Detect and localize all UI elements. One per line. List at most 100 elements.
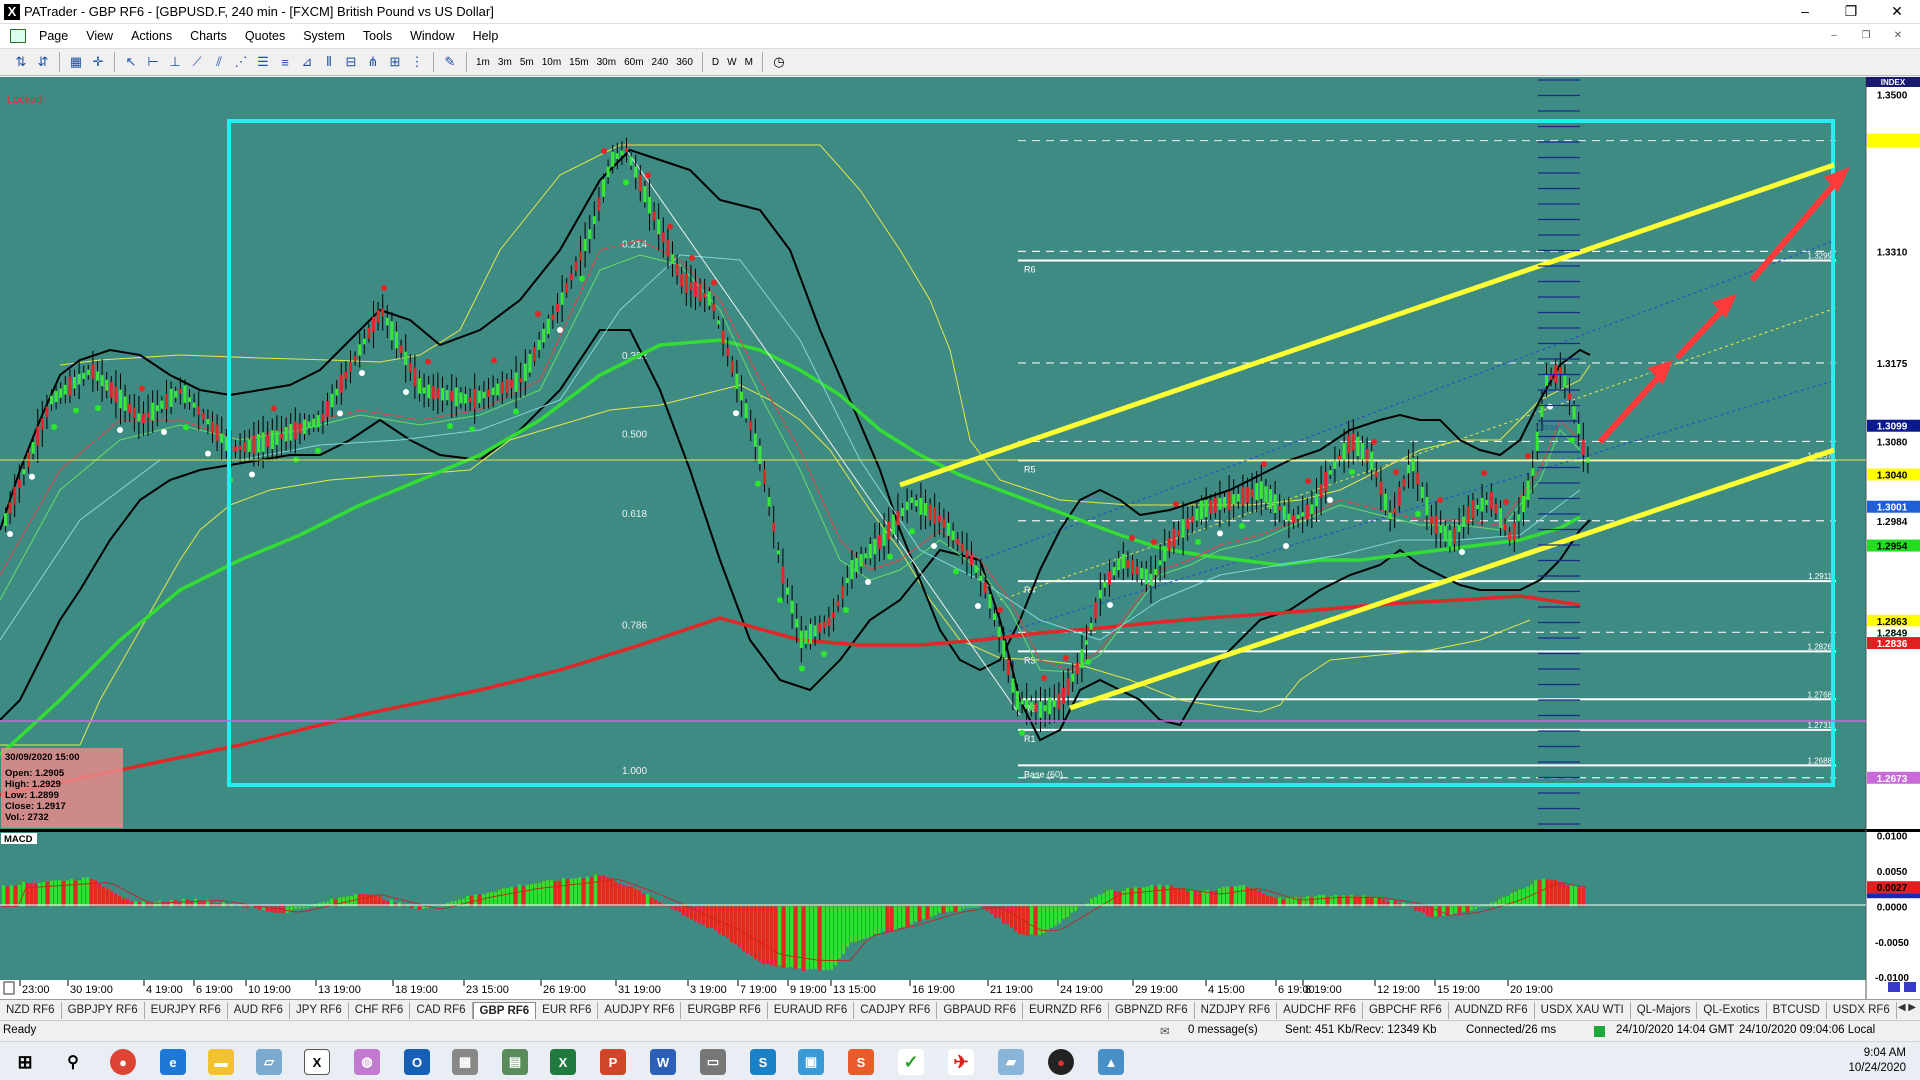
clock-icon[interactable]: ◷: [768, 51, 790, 73]
media-icon[interactable]: ◍: [354, 1049, 380, 1075]
period-month[interactable]: M: [741, 57, 757, 68]
crosshair-icon[interactable]: ✛: [87, 51, 109, 73]
vertical-line-icon[interactable]: ⊥: [164, 51, 186, 73]
tab-eur-rf6[interactable]: EUR RF6: [536, 1001, 599, 1019]
tab-gbpaud-rf6[interactable]: GBPAUD RF6: [937, 1001, 1023, 1019]
excel-icon[interactable]: X: [550, 1049, 576, 1075]
tab-btcusd[interactable]: BTCUSD: [1767, 1001, 1827, 1019]
pivot-icon[interactable]: ⊟: [340, 51, 362, 73]
channel-icon[interactable]: ⫽: [208, 51, 230, 73]
bird-icon[interactable]: ✈: [948, 1049, 974, 1075]
timeframe-60m[interactable]: 60m: [620, 57, 647, 68]
regression-icon[interactable]: ⊞: [384, 51, 406, 73]
tab-cad-rf6[interactable]: CAD RF6: [410, 1001, 473, 1019]
tab-eurgbp-rf6[interactable]: EURGBP RF6: [681, 1001, 768, 1019]
network-icon[interactable]: ▣: [798, 1049, 824, 1075]
chart-icon[interactable]: ▦: [65, 51, 87, 73]
windows-start-icon[interactable]: ⊞: [12, 1049, 38, 1075]
timeframe-3m[interactable]: 3m: [494, 57, 516, 68]
terminal-icon[interactable]: ▭: [700, 1049, 726, 1075]
menu-window[interactable]: Window: [401, 29, 463, 43]
photos-icon[interactable]: ▲: [1098, 1049, 1124, 1075]
period-day[interactable]: D: [708, 57, 723, 68]
tab-nzd-rf6[interactable]: NZD RF6: [0, 1001, 62, 1019]
timeframe-30m[interactable]: 30m: [593, 57, 620, 68]
cycle-lines-icon[interactable]: ⦀: [318, 51, 340, 73]
tab-audjpy-rf6[interactable]: AUDJPY RF6: [598, 1001, 682, 1019]
menu-system[interactable]: System: [294, 29, 354, 43]
patrader-taskbar-icon[interactable]: X: [304, 1049, 330, 1075]
tab-gbpjpy-rf6[interactable]: GBPJPY RF6: [62, 1001, 145, 1019]
powerpoint-icon[interactable]: P: [600, 1049, 626, 1075]
timeframe-360[interactable]: 360: [672, 57, 697, 68]
tab-gbp-rf6[interactable]: GBP RF6: [472, 1001, 537, 1019]
outlook-icon[interactable]: O: [404, 1049, 430, 1075]
tab-usdx-rf6[interactable]: USDX RF6: [1827, 1001, 1897, 1019]
timeframe-5m[interactable]: 5m: [516, 57, 538, 68]
tab-aud-rf6[interactable]: AUD RF6: [228, 1001, 290, 1019]
edge-icon[interactable]: e: [160, 1049, 186, 1075]
tab-eurnzd-rf6[interactable]: EURNZD RF6: [1023, 1001, 1109, 1019]
menu-charts[interactable]: Charts: [181, 29, 236, 43]
tab-ql-majors[interactable]: QL-Majors: [1631, 1001, 1698, 1019]
tab-nzdjpy-rf6[interactable]: NZDJPY RF6: [1195, 1001, 1278, 1019]
timeframe-15m[interactable]: 15m: [565, 57, 592, 68]
fibonacci-icon[interactable]: ☰: [252, 51, 274, 73]
chart-area[interactable]: Locked INDEX 0.214 0.382 0.500 0.618 0.786 1.…: [0, 77, 1920, 999]
tab-gbpnzd-rf6[interactable]: GBPNZD RF6: [1109, 1001, 1195, 1019]
draw-icon[interactable]: ✎: [439, 51, 461, 73]
tab-jpy-rf6[interactable]: JPY RF6: [290, 1001, 349, 1019]
menu-help[interactable]: Help: [464, 29, 508, 43]
snip-icon[interactable]: S: [848, 1049, 874, 1075]
period-week[interactable]: W: [723, 57, 740, 68]
chrome-icon[interactable]: ●: [110, 1049, 136, 1075]
mdi-close-button[interactable]: ✕: [1882, 24, 1914, 48]
record-icon[interactable]: ●: [1048, 1049, 1074, 1075]
menu-view[interactable]: View: [77, 29, 122, 43]
maximize-button[interactable]: ❐: [1828, 0, 1874, 24]
time-axis-scroll-icon[interactable]: [3, 981, 15, 995]
file-explorer-icon[interactable]: ▬: [208, 1049, 234, 1075]
timeframe-240[interactable]: 240: [648, 57, 673, 68]
zoom-in-icon[interactable]: [1904, 982, 1916, 992]
mdi-minimize-button[interactable]: –: [1818, 24, 1850, 48]
app-icon[interactable]: ▤: [502, 1049, 528, 1075]
sell-icon[interactable]: ⇵: [32, 51, 54, 73]
tab-eurjpy-rf6[interactable]: EURJPY RF6: [145, 1001, 228, 1019]
andrews-pitchfork-icon[interactable]: ⋔: [362, 51, 384, 73]
search-icon[interactable]: ⚲: [60, 1049, 86, 1075]
timeframe-10m[interactable]: 10m: [538, 57, 565, 68]
page-menu-icon[interactable]: [10, 29, 26, 43]
minimize-button[interactable]: –: [1782, 0, 1828, 24]
mail-icon[interactable]: ✉: [1160, 1024, 1170, 1038]
notes-icon[interactable]: ▱: [256, 1049, 282, 1075]
pane-divider[interactable]: [0, 829, 1920, 832]
menu-quotes[interactable]: Quotes: [236, 29, 294, 43]
calculator-icon[interactable]: ▦: [452, 1049, 478, 1075]
horizontal-line-icon[interactable]: ⊢: [142, 51, 164, 73]
folder-sync-icon[interactable]: ▰: [998, 1049, 1024, 1075]
fib-extension-icon[interactable]: ≡: [274, 51, 296, 73]
menu-actions[interactable]: Actions: [122, 29, 181, 43]
menu-page[interactable]: Page: [30, 29, 77, 43]
skype-icon[interactable]: S: [750, 1049, 776, 1075]
gann-icon[interactable]: ⊿: [296, 51, 318, 73]
system-clock[interactable]: 9:04 AM 10/24/2020: [1848, 1046, 1906, 1076]
word-icon[interactable]: W: [650, 1049, 676, 1075]
timeframe-1m[interactable]: 1m: [472, 57, 494, 68]
tab-gbpchf-rf6[interactable]: GBPCHF RF6: [1363, 1001, 1449, 1019]
tab-chf-rf6[interactable]: CHF RF6: [349, 1001, 411, 1019]
mdi-restore-button[interactable]: ❐: [1850, 24, 1882, 48]
menu-tools[interactable]: Tools: [354, 29, 401, 43]
tab-audnzd-rf6[interactable]: AUDNZD RF6: [1449, 1001, 1535, 1019]
tab-ql-exotics[interactable]: QL-Exotics: [1697, 1001, 1767, 1019]
fan-icon[interactable]: ⋰: [230, 51, 252, 73]
trendline-icon[interactable]: ⟋: [186, 51, 208, 73]
buy-icon[interactable]: ⇅: [10, 51, 32, 73]
tab-scroll-arrows[interactable]: ◀ ▶: [1898, 1002, 1916, 1013]
tab-cadjpy-rf6[interactable]: CADJPY RF6: [854, 1001, 938, 1019]
tab-euraud-rf6[interactable]: EURAUD RF6: [768, 1001, 855, 1019]
zoom-out-icon[interactable]: [1888, 982, 1900, 992]
leaf-icon[interactable]: ✓: [898, 1049, 924, 1075]
tab-usdx-xau-wti[interactable]: USDX XAU WTI: [1535, 1001, 1631, 1019]
